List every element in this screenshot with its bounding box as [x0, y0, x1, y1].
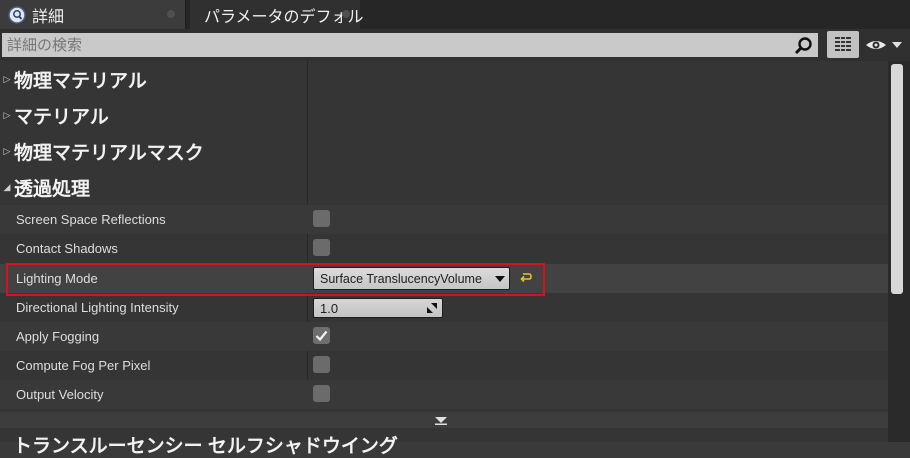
grid-view-icon [835, 37, 851, 52]
category-label: マテリアル [14, 106, 109, 128]
property-label: Output Velocity [16, 387, 104, 402]
scrollbar-thumb[interactable] [891, 64, 903, 294]
details-panel: ▷ 物理マテリアル ▷ マテリアル ▷ 物理マテリアルマスク ◢ 透過処理 Sc… [0, 61, 888, 457]
search-icon[interactable] [793, 36, 815, 56]
property-row-lighting-mode: Lighting Mode Surface TranslucencyVolume [0, 264, 888, 293]
tab-parameter-defaults[interactable]: パラメータのデフォル [190, 0, 364, 29]
dropdown-value: Surface TranslucencyVolume [320, 272, 482, 286]
property-label: Directional Lighting Intensity [16, 300, 179, 315]
tab-bar: 詳細 パラメータのデフォル [0, 0, 910, 29]
property-label: Lighting Mode [16, 271, 98, 286]
reset-to-default-icon[interactable] [519, 271, 533, 285]
tab-parameter-defaults-label: パラメータのデフォル [204, 8, 364, 26]
close-icon[interactable] [342, 10, 350, 18]
category-label: 物理マテリアルマスク [14, 142, 204, 164]
category-material[interactable]: ▷ マテリアル [0, 97, 888, 133]
property-row-ssr: Screen Space Reflections [0, 205, 888, 234]
property-label: Contact Shadows [16, 241, 118, 256]
chevron-down-icon [435, 417, 447, 425]
expand-arrow-icon: ▷ [3, 73, 11, 84]
close-icon[interactable] [167, 10, 175, 18]
category-label: 透過処理 [14, 178, 91, 200]
tab-details-label: 詳細 [32, 8, 65, 26]
checkmark-icon [315, 330, 328, 342]
grid-view-button[interactable] [827, 31, 859, 58]
apply-fogging-checkbox[interactable] [313, 327, 330, 344]
category-physical-material-mask[interactable]: ▷ 物理マテリアルマスク [0, 133, 888, 169]
property-row-fog-per-pixel: Compute Fog Per Pixel [0, 351, 888, 380]
directional-lighting-intensity-field[interactable]: 1.0 [313, 298, 443, 318]
property-row-contact-shadows: Contact Shadows [0, 234, 888, 263]
property-label: Compute Fog Per Pixel [16, 358, 151, 373]
contact-shadows-checkbox[interactable] [313, 239, 330, 256]
drag-handle-icon [427, 303, 437, 313]
compute-fog-per-pixel-checkbox[interactable] [313, 356, 330, 373]
property-row-directional-lighting: Directional Lighting Intensity 1.0 [0, 293, 888, 322]
property-label: Screen Space Reflections [16, 212, 166, 227]
lighting-mode-dropdown[interactable]: Surface TranslucencyVolume [313, 267, 510, 290]
number-value: 1.0 [320, 301, 339, 316]
category-translucency-self-shadowing[interactable]: トランスルーセンシー セルフシャドウイング [13, 431, 398, 458]
eye-visibility-icon[interactable] [864, 36, 906, 54]
search-bar [0, 29, 910, 61]
details-icon [8, 5, 26, 24]
expand-arrow-icon: ▷ [3, 109, 11, 120]
property-label: Apply Fogging [16, 329, 100, 344]
search-input[interactable] [2, 33, 818, 57]
tab-details[interactable]: 詳細 [0, 0, 186, 29]
category-label: 物理マテリアル [14, 70, 147, 92]
category-physical-material[interactable]: ▷ 物理マテリアル [0, 61, 888, 97]
advanced-expander[interactable] [0, 412, 888, 428]
chevron-down-icon [495, 276, 505, 282]
property-row-apply-fogging: Apply Fogging [0, 322, 888, 351]
ssr-checkbox[interactable] [313, 210, 330, 227]
category-translucency[interactable]: ◢ 透過処理 [0, 169, 888, 205]
collapse-arrow-icon: ◢ [3, 181, 11, 192]
output-velocity-checkbox[interactable] [313, 385, 330, 402]
property-row-output-velocity: Output Velocity [0, 380, 888, 409]
expand-arrow-icon: ▷ [3, 145, 11, 156]
